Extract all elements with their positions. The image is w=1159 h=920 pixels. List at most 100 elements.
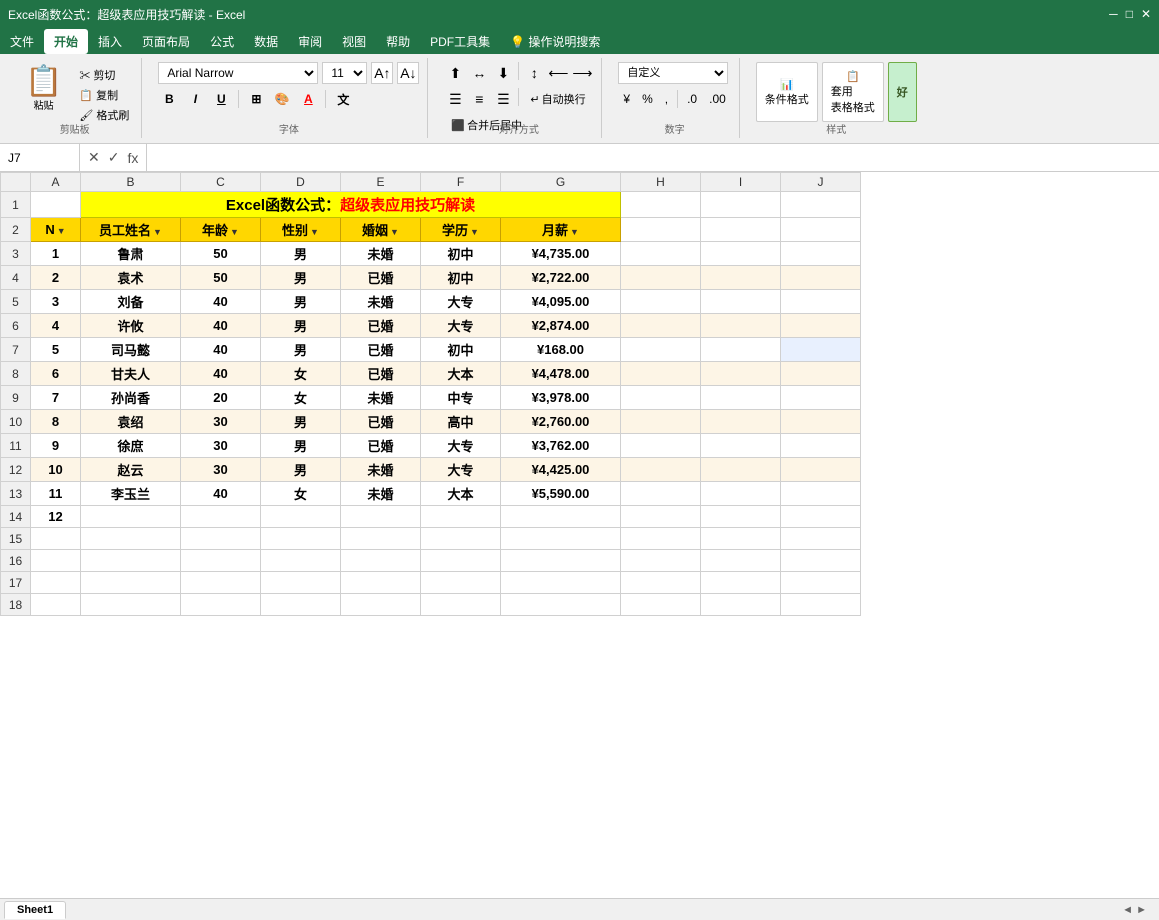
cell-c18[interactable] xyxy=(181,594,261,616)
align-bottom-button[interactable]: ⬇ xyxy=(492,62,514,84)
cell-a13[interactable]: 11 xyxy=(31,482,81,506)
cell-d8[interactable]: 女 xyxy=(261,362,341,386)
cell-j7[interactable] xyxy=(781,338,861,362)
cell-f3[interactable]: 初中 xyxy=(421,242,501,266)
col-header-b[interactable]: B xyxy=(81,173,181,192)
header-name[interactable]: 员工姓名▼ xyxy=(81,218,181,242)
menu-help[interactable]: 帮助 xyxy=(376,29,420,54)
cell-f7[interactable]: 初中 xyxy=(421,338,501,362)
col-header-d[interactable]: D xyxy=(261,173,341,192)
cell-e18[interactable] xyxy=(341,594,421,616)
text-direction-button[interactable]: ↕ xyxy=(523,62,545,84)
cell-i11[interactable] xyxy=(701,434,781,458)
cell-h6[interactable] xyxy=(621,314,701,338)
copy-button[interactable]: 📋 复制 xyxy=(75,86,133,104)
cell-i10[interactable] xyxy=(701,410,781,434)
cell-j5[interactable] xyxy=(781,290,861,314)
cell-a5[interactable]: 3 xyxy=(31,290,81,314)
cell-h10[interactable] xyxy=(621,410,701,434)
menu-file[interactable]: 文件 xyxy=(0,29,44,54)
cell-c8[interactable]: 40 xyxy=(181,362,261,386)
cell-b6[interactable]: 许攸 xyxy=(81,314,181,338)
cell-reference-input[interactable] xyxy=(8,151,78,165)
cell-j1[interactable] xyxy=(781,192,861,218)
col-header-g[interactable]: G xyxy=(501,173,621,192)
cell-e12[interactable]: 未婚 xyxy=(341,458,421,482)
cell-i7[interactable] xyxy=(701,338,781,362)
cell-c16[interactable] xyxy=(181,550,261,572)
cell-j17[interactable] xyxy=(781,572,861,594)
cell-f10[interactable]: 高中 xyxy=(421,410,501,434)
cell-j11[interactable] xyxy=(781,434,861,458)
cell-i12[interactable] xyxy=(701,458,781,482)
currency-button[interactable]: ¥ xyxy=(618,88,635,110)
cell-j13[interactable] xyxy=(781,482,861,506)
cell-h12[interactable] xyxy=(621,458,701,482)
cell-d18[interactable] xyxy=(261,594,341,616)
cell-a9[interactable]: 7 xyxy=(31,386,81,410)
cell-c10[interactable]: 30 xyxy=(181,410,261,434)
cell-a6[interactable]: 4 xyxy=(31,314,81,338)
menu-pdf[interactable]: PDF工具集 xyxy=(420,29,500,54)
header-gender[interactable]: 性别▼ xyxy=(261,218,341,242)
cell-g15[interactable] xyxy=(501,528,621,550)
cell-j8[interactable] xyxy=(781,362,861,386)
cell-j10[interactable] xyxy=(781,410,861,434)
cell-d11[interactable]: 男 xyxy=(261,434,341,458)
align-right-button[interactable]: ☰ xyxy=(492,88,514,110)
col-header-h[interactable]: H xyxy=(621,173,701,192)
wrap-text-button[interactable]: ↵ 自动换行 xyxy=(523,88,592,110)
cell-e4[interactable]: 已婚 xyxy=(341,266,421,290)
cell-c9[interactable]: 20 xyxy=(181,386,261,410)
cell-g7[interactable]: ¥168.00 xyxy=(501,338,621,362)
cell-b16[interactable] xyxy=(81,550,181,572)
cell-j12[interactable] xyxy=(781,458,861,482)
cell-i5[interactable] xyxy=(701,290,781,314)
cell-g6[interactable]: ¥2,874.00 xyxy=(501,314,621,338)
header-no[interactable]: N▼ xyxy=(31,218,81,242)
cell-c7[interactable]: 40 xyxy=(181,338,261,362)
menu-review[interactable]: 审阅 xyxy=(288,29,332,54)
cell-c17[interactable] xyxy=(181,572,261,594)
italic-button[interactable]: I xyxy=(184,88,206,110)
indent-less-button[interactable]: ⟵ xyxy=(547,62,569,84)
cell-d13[interactable]: 女 xyxy=(261,482,341,506)
cell-b3[interactable]: 鲁肃 xyxy=(81,242,181,266)
cell-i3[interactable] xyxy=(701,242,781,266)
cell-d12[interactable]: 男 xyxy=(261,458,341,482)
cell-h11[interactable] xyxy=(621,434,701,458)
cell-g4[interactable]: ¥2,722.00 xyxy=(501,266,621,290)
close-btn[interactable]: ✕ xyxy=(1141,7,1151,21)
menu-data[interactable]: 数据 xyxy=(244,29,288,54)
cell-c3[interactable]: 50 xyxy=(181,242,261,266)
cell-b15[interactable] xyxy=(81,528,181,550)
align-left-button[interactable]: ☰ xyxy=(444,88,466,110)
sheet-tab-1[interactable]: Sheet1 xyxy=(4,901,66,919)
phonetic-button[interactable]: 文 xyxy=(332,88,354,110)
increase-decimal-button[interactable]: .0 xyxy=(682,88,702,110)
spreadsheet-area[interactable]: A B C D E F G H I J 1 Exc xyxy=(0,172,1159,898)
cell-a16[interactable] xyxy=(31,550,81,572)
cell-f12[interactable]: 大专 xyxy=(421,458,501,482)
cell-f16[interactable] xyxy=(421,550,501,572)
cell-d16[interactable] xyxy=(261,550,341,572)
font-color-button[interactable]: A xyxy=(297,88,319,110)
insert-function-button[interactable]: fx xyxy=(125,150,140,166)
cell-d6[interactable]: 男 xyxy=(261,314,341,338)
cell-c12[interactable]: 30 xyxy=(181,458,261,482)
cell-h9[interactable] xyxy=(621,386,701,410)
cell-i8[interactable] xyxy=(701,362,781,386)
menu-insert[interactable]: 插入 xyxy=(88,29,132,54)
restore-btn[interactable]: □ xyxy=(1126,7,1133,21)
col-header-c[interactable]: C xyxy=(181,173,261,192)
col-header-j[interactable]: J xyxy=(781,173,861,192)
col-header-e[interactable]: E xyxy=(341,173,421,192)
cell-f8[interactable]: 大本 xyxy=(421,362,501,386)
paste-button[interactable]: 📋 粘贴 xyxy=(16,62,71,124)
cell-b10[interactable]: 袁绍 xyxy=(81,410,181,434)
cell-e13[interactable]: 未婚 xyxy=(341,482,421,506)
cell-d14[interactable] xyxy=(261,506,341,528)
cell-e7[interactable]: 已婚 xyxy=(341,338,421,362)
cell-e16[interactable] xyxy=(341,550,421,572)
menu-search[interactable]: 💡 操作说明搜索 xyxy=(500,29,610,54)
